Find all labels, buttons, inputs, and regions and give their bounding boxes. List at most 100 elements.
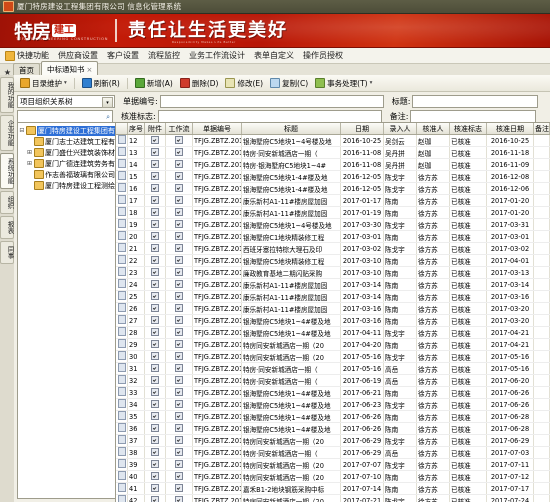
workflow-checkbox[interactable] xyxy=(165,374,193,387)
tree-node-child[interactable]: ⊞ 厦门广德连建筑劳务有 xyxy=(19,158,115,169)
table-row[interactable]: 39 TFJG.ZBTZ.2017.特房同安新城酒店一期（202017-07-07… xyxy=(116,458,550,471)
doc-number-input[interactable] xyxy=(159,95,384,108)
attachment-checkbox[interactable] xyxy=(144,326,166,339)
attachment-checkbox[interactable] xyxy=(144,470,166,483)
workflow-checkbox[interactable] xyxy=(165,182,193,195)
column-header-no[interactable]: 序号 xyxy=(127,123,145,135)
attachment-checkbox[interactable] xyxy=(144,398,166,411)
menu-item-form-customize[interactable]: 表单自定义 xyxy=(254,50,294,61)
tree-node-child[interactable]: ⊞ 厦门盛仕兴建筑装饰材 xyxy=(19,147,115,158)
table-row[interactable]: 32 TFJG.ZBTZ.2017.特房·同安新城酒店一期（2017-06-19高… xyxy=(116,374,550,387)
tree-node-root[interactable]: ⊟ 厦门特房建设工程集团有限公 xyxy=(19,125,115,136)
column-header-att[interactable]: 附件 xyxy=(144,123,166,135)
chevron-down-icon[interactable]: ▾ xyxy=(102,97,113,108)
table-row[interactable]: 27TFJG.ZBTZ.2017.银海墅府C5地块1~4#楼及地2017-03-… xyxy=(116,314,550,327)
delete-button[interactable]: 删除(D) xyxy=(178,77,221,90)
table-row[interactable]: 16TFJG.ZBTZ.2016.银海墅府C5地块1-4#楼及地2016-12-… xyxy=(116,182,550,195)
tab-close-icon[interactable]: × xyxy=(87,66,93,74)
rail-tab-colleagues[interactable]: 同事 xyxy=(0,241,14,264)
table-row[interactable]: 37TFJG.ZBTZ.2017.特房同安新城酒店一期（202017-06-29… xyxy=(116,434,550,447)
attachment-checkbox[interactable] xyxy=(144,314,166,327)
column-header-adate[interactable]: 核准日期 xyxy=(486,123,534,135)
table-row[interactable]: 22 TFJG.ZBTZ.2017.银海墅府C5地块精装修工程2017-03-10… xyxy=(116,254,550,267)
directory-maintain-button[interactable]: 目录维护 ▾ xyxy=(18,77,69,90)
rail-tab-enterprise-functions[interactable]: 企业功能 xyxy=(0,115,14,151)
attachment-checkbox[interactable] xyxy=(144,170,166,183)
table-row[interactable]: 14TFJG.ZBTZ.2016.特房·银海墅府C5地块1~4#2016-11-… xyxy=(116,158,550,171)
workflow-checkbox[interactable] xyxy=(165,266,193,279)
expander-icon[interactable]: ⊟ xyxy=(19,127,25,134)
rail-tab-system-functions[interactable]: 系统功能 xyxy=(0,153,14,189)
tree-node-child[interactable]: 厦门特房建设工程测绘 xyxy=(19,180,115,191)
menu-item-supplier-settings[interactable]: 供应商设置 xyxy=(58,50,98,61)
category-select[interactable]: 项目组织关系树 ▾ xyxy=(17,95,115,108)
attachment-checkbox[interactable] xyxy=(144,482,166,495)
attachment-checkbox[interactable] xyxy=(144,134,166,147)
menu-item-workflow-design[interactable]: 业务工作流设计 xyxy=(189,50,245,61)
attachment-checkbox[interactable] xyxy=(144,230,166,243)
table-row[interactable]: 29 TFJG.ZBTZ.2017.特房同安新城酒店一期（202017-04-20… xyxy=(116,338,550,351)
workflow-checkbox[interactable] xyxy=(165,206,193,219)
column-header-title[interactable]: 标题 xyxy=(241,123,341,135)
table-row[interactable]: 26TFJG.ZBTZ.2017.康乐新村A1-11#楼房屋加固2017-03-… xyxy=(116,302,550,315)
workflow-checkbox[interactable] xyxy=(165,146,193,159)
table-row[interactable]: 23 TFJG.ZBTZ.2017.廉政教育基地二期闪贴采购2017-03-10陈… xyxy=(116,266,550,279)
table-row[interactable]: 13 TFJG.ZBTZ.2016.特房·同安新城酒店一期（2016-11-08吴… xyxy=(116,146,550,159)
table-row[interactable]: 25TFJG.ZBTZ.2017.康乐新村A1-11#楼房屋加固2017-03-… xyxy=(116,290,550,303)
table-row[interactable]: 24TFJG.ZBTZ.2017.康乐新村A1-11#楼房屋加固2017-03-… xyxy=(116,278,550,291)
table-row[interactable]: 19TFJG.ZBTZ.2017.银海墅府C5地块1~4号楼及地2017-03-… xyxy=(116,218,550,231)
table-row[interactable]: 31TFJG.ZBTZ.2017.特房·同安新城酒店一期（2017-05-16高… xyxy=(116,362,550,375)
attachment-checkbox[interactable] xyxy=(144,422,166,435)
attachment-checkbox[interactable] xyxy=(144,386,166,399)
workflow-checkbox[interactable] xyxy=(165,362,193,375)
column-header-wf[interactable]: 工作流 xyxy=(165,123,193,135)
table-row[interactable]: 15TFJG.ZBTZ.2016.银海墅府C5地块1-4#楼及地2016-12-… xyxy=(116,170,550,183)
workflow-checkbox[interactable] xyxy=(165,326,193,339)
expander-icon[interactable]: ⊞ xyxy=(26,149,33,156)
workflow-checkbox[interactable] xyxy=(165,134,193,147)
workflow-checkbox[interactable] xyxy=(165,386,193,399)
workflow-checkbox[interactable] xyxy=(165,338,193,351)
tree-node-child[interactable]: 作志善福玻璃有限公司 xyxy=(19,169,115,180)
records-grid[interactable]: 序号 附件 工作流 单据编号 标题 日期 录入人 核准人 核准标志 核准日期 备注 12 TFJG.Z… xyxy=(115,122,550,502)
workflow-checkbox[interactable] xyxy=(165,410,193,423)
refresh-button[interactable]: 刷新(R) xyxy=(80,77,122,90)
column-header-note[interactable]: 备注 xyxy=(533,123,550,135)
table-row[interactable]: 18TFJG.ZBTZ.2017.康乐新村A1-11#楼房屋加固2017-01-… xyxy=(116,206,550,219)
table-row[interactable]: 28TFJG.ZBTZ.2017.银海墅府C5地块1~4#楼及地2017-04-… xyxy=(116,326,550,339)
workflow-checkbox[interactable] xyxy=(165,254,193,267)
attachment-checkbox[interactable] xyxy=(144,446,166,459)
column-header-code[interactable]: 单据编号 xyxy=(192,123,242,135)
workflow-checkbox[interactable] xyxy=(165,398,193,411)
workflow-checkbox[interactable] xyxy=(165,278,193,291)
column-header-appr[interactable]: 核准人 xyxy=(416,123,450,135)
workflow-checkbox[interactable] xyxy=(165,158,193,171)
attachment-checkbox[interactable] xyxy=(144,302,166,315)
attachment-checkbox[interactable] xyxy=(144,290,166,303)
attachment-checkbox[interactable] xyxy=(144,182,166,195)
column-header-mark[interactable] xyxy=(116,123,128,135)
attachment-checkbox[interactable] xyxy=(144,338,166,351)
table-row[interactable]: 20TFJG.ZBTZ.2017.银海墅府C1地块精装修工程2017-03-01… xyxy=(116,230,550,243)
attachment-checkbox[interactable] xyxy=(144,218,166,231)
rail-tab-reports[interactable]: 报表 xyxy=(0,216,14,239)
table-row[interactable]: 21TFJG.ZBTZ.2017.西班牙塞拉特棕大理石及印2017-03-02陈… xyxy=(116,242,550,255)
attachment-checkbox[interactable] xyxy=(144,242,166,255)
workflow-checkbox[interactable] xyxy=(165,230,193,243)
workflow-checkbox[interactable] xyxy=(165,194,193,207)
attachment-checkbox[interactable] xyxy=(144,254,166,267)
workflow-checkbox[interactable] xyxy=(165,302,193,315)
attachment-checkbox[interactable] xyxy=(144,350,166,363)
workflow-checkbox[interactable] xyxy=(165,446,193,459)
workflow-checkbox[interactable] xyxy=(165,218,193,231)
table-row[interactable]: 12TFJG.ZBTZ.2016.银海墅府C5地块1~4号楼及地2016-10-… xyxy=(116,134,550,147)
title-input[interactable] xyxy=(412,95,539,108)
workflow-checkbox[interactable] xyxy=(165,482,193,495)
table-row[interactable]: 17TFJG.ZBTZ.2017.康乐新村A1-11#楼房屋加固2017-01-… xyxy=(116,194,550,207)
attachment-checkbox[interactable] xyxy=(144,146,166,159)
attachment-checkbox[interactable] xyxy=(144,158,166,171)
column-header-date[interactable]: 日期 xyxy=(340,123,384,135)
organization-tree[interactable]: ⊟ 厦门特房建设工程集团有限公 厦门志士达建筑工程有 ⊞ 厦门盛仕兴建筑装饰材 … xyxy=(17,122,116,499)
column-header-flag[interactable]: 核准标志 xyxy=(449,123,487,135)
table-row[interactable]: 35TFJG.ZBTZ.2017.银海墅府C5地块1~4#楼及地2017-06-… xyxy=(116,410,550,423)
